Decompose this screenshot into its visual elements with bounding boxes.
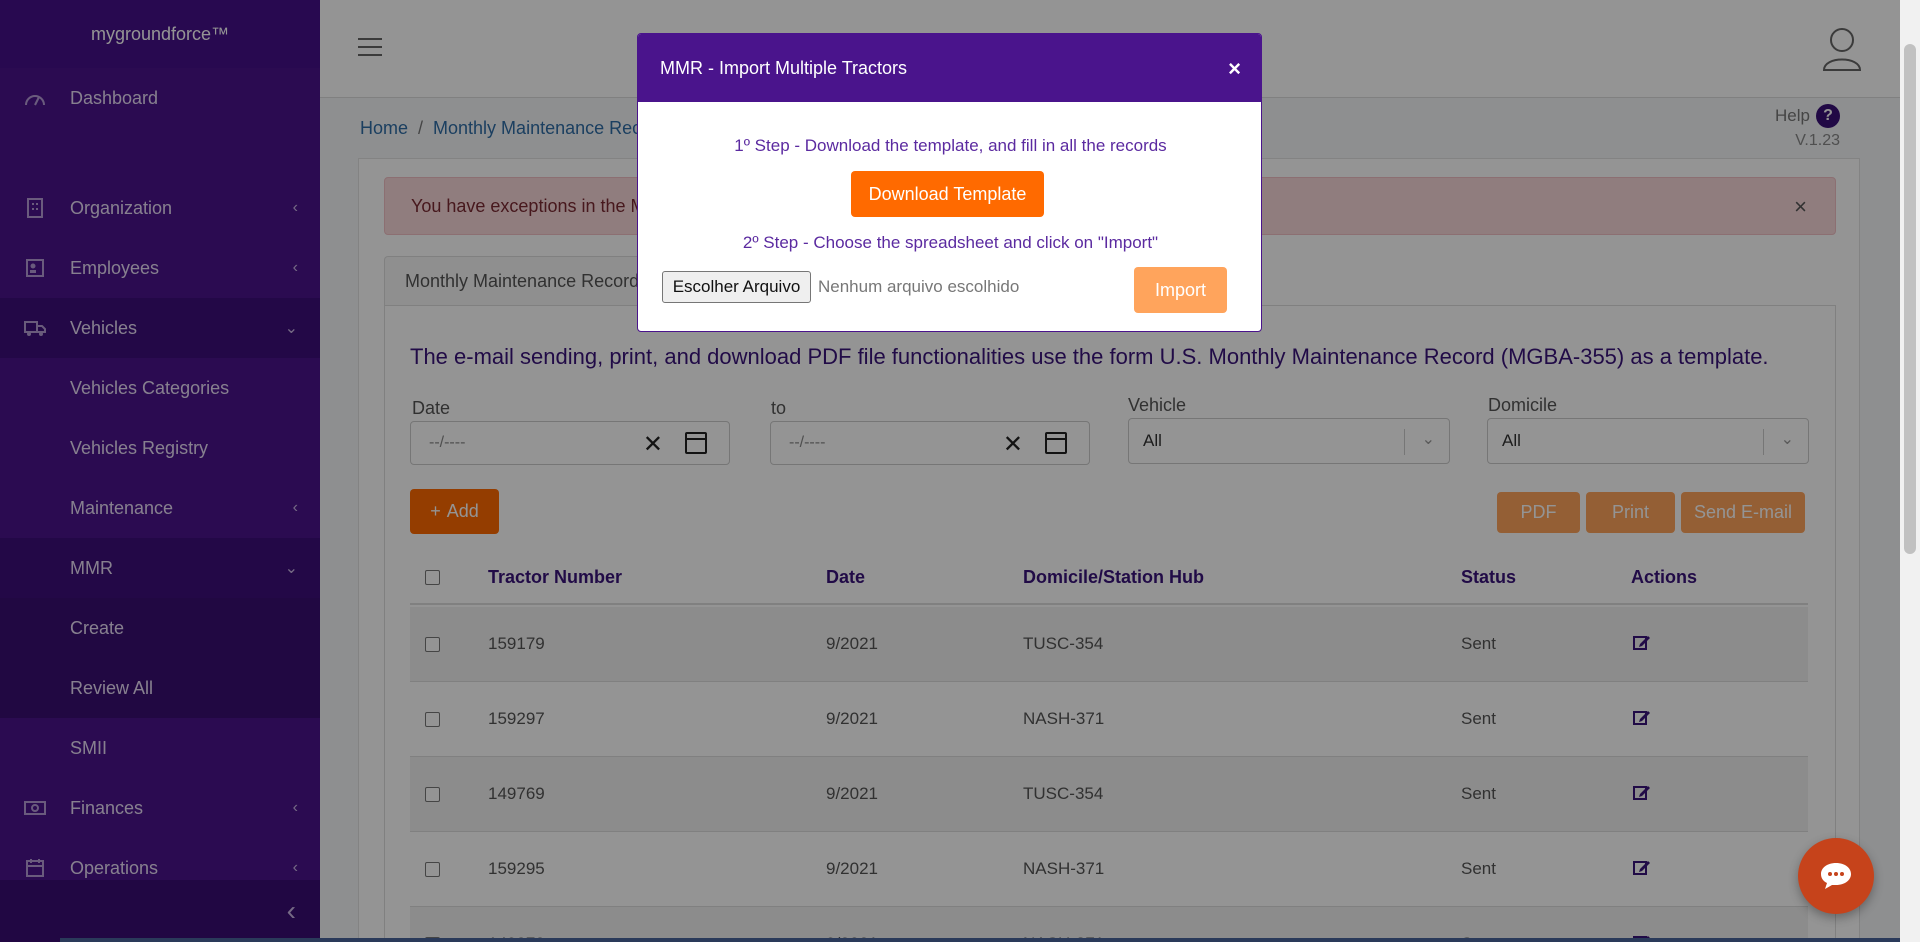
modal-close-button[interactable]: × xyxy=(1228,56,1241,82)
chat-bubble-icon xyxy=(1821,863,1851,889)
step-1-text: 1º Step - Download the template, and fil… xyxy=(734,136,1167,155)
step-2-text: 2º Step - Choose the spreadsheet and cli… xyxy=(742,233,1159,252)
choose-file-button[interactable]: Escolher Arquivo xyxy=(662,271,811,303)
file-name-label: Nenhum arquivo escolhido xyxy=(818,277,1020,296)
bottom-strip xyxy=(60,938,1900,942)
page-scrollbar[interactable] xyxy=(1900,0,1920,942)
modal-header: MMR - Import Multiple Tractors × xyxy=(638,34,1261,102)
modal-title: MMR - Import Multiple Tractors xyxy=(660,57,908,78)
chat-button[interactable] xyxy=(1798,838,1874,914)
download-template-button[interactable]: Download Template xyxy=(851,171,1044,217)
scrollbar-thumb[interactable] xyxy=(1904,44,1916,554)
import-modal: MMR - Import Multiple Tractors × 1º Step… xyxy=(637,33,1262,332)
import-button[interactable]: Import xyxy=(1134,267,1227,313)
